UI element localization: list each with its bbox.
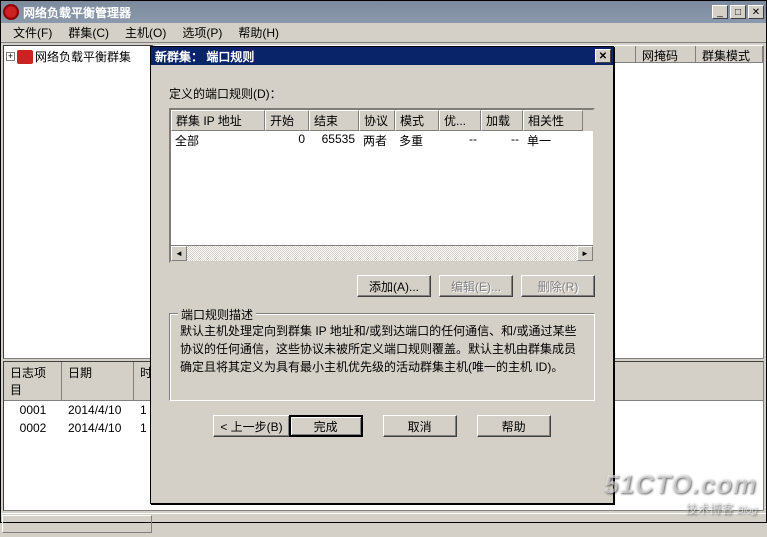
grid-header-row: 群集 IP 地址 开始 结束 协议 模式 优... 加载 相关性	[171, 110, 593, 131]
grid-header-load[interactable]: 加载	[481, 110, 523, 131]
right-header-mode[interactable]: 群集模式	[696, 46, 763, 62]
grid-header-priority[interactable]: 优...	[439, 110, 481, 131]
window-title: 网络负载平衡管理器	[23, 4, 712, 21]
edit-button: 编辑(E)...	[439, 275, 513, 297]
help-button[interactable]: 帮助	[477, 415, 551, 437]
maximize-button[interactable]: □	[730, 5, 746, 19]
dialog-titlebar: 新群集： 端口规则 ✕	[151, 47, 613, 65]
grid-header-proto[interactable]: 协议	[359, 110, 395, 131]
tree-panel: + 网络负载平衡群集	[3, 45, 153, 359]
finish-button[interactable]: 完成	[289, 415, 363, 437]
scroll-track[interactable]	[187, 246, 577, 261]
main-titlebar: 网络负载平衡管理器 _ □ ✕	[1, 1, 766, 23]
group-title: 端口规则描述	[178, 306, 256, 323]
tree-expand-icon[interactable]: +	[6, 52, 15, 61]
tree-root-row[interactable]: + 网络负载平衡群集	[6, 48, 150, 65]
log-header-item[interactable]: 日志项目	[4, 362, 62, 400]
tree-root-label: 网络负载平衡群集	[35, 48, 131, 65]
grid-header-start[interactable]: 开始	[265, 110, 309, 131]
close-button[interactable]: ✕	[748, 5, 764, 19]
scroll-right-icon[interactable]: ►	[577, 246, 593, 261]
minimize-button[interactable]: _	[712, 5, 728, 19]
menu-host[interactable]: 主机(O)	[117, 22, 174, 43]
menu-help[interactable]: 帮助(H)	[230, 22, 287, 43]
app-icon	[3, 4, 19, 20]
grid-h-scrollbar[interactable]: ◄ ►	[171, 245, 593, 261]
grid-header-affinity[interactable]: 相关性	[523, 110, 583, 131]
menubar: 文件(F) 群集(C) 主机(O) 选项(P) 帮助(H)	[1, 23, 766, 43]
log-header-date[interactable]: 日期	[62, 362, 134, 400]
right-header-netmask[interactable]: 网掩码	[636, 46, 696, 62]
menu-file[interactable]: 文件(F)	[5, 22, 60, 43]
grid-header-mode[interactable]: 模式	[395, 110, 439, 131]
dialog-title: 新群集： 端口规则	[153, 48, 595, 65]
menu-options[interactable]: 选项(P)	[174, 22, 230, 43]
rules-grid: 群集 IP 地址 开始 结束 协议 模式 优... 加载 相关性 全部 0 65…	[169, 108, 595, 263]
grid-row[interactable]: 全部 0 65535 两者 多重 -- -- 单一	[171, 131, 593, 150]
scroll-left-icon[interactable]: ◄	[171, 246, 187, 261]
rule-description-group: 端口规则描述 默认主机处理定向到群集 IP 地址和/或到达端口的任何通信、和/或…	[169, 313, 595, 401]
wizard-buttons: < 上一步(B) 完成 取消 帮助	[169, 415, 595, 437]
port-rules-dialog: 新群集： 端口规则 ✕ 定义的端口规则(D)： 群集 IP 地址 开始 结束 协…	[150, 46, 614, 504]
add-button[interactable]: 添加(A)...	[357, 275, 431, 297]
dialog-close-button[interactable]: ✕	[595, 49, 611, 63]
grid-header-ip[interactable]: 群集 IP 地址	[171, 110, 265, 131]
rule-description-text: 默认主机处理定向到群集 IP 地址和/或到达端口的任何通信、和/或通过某些协议的…	[180, 322, 584, 376]
defined-rules-label: 定义的端口规则(D)：	[169, 85, 595, 102]
grid-body: 全部 0 65535 两者 多重 -- -- 单一	[171, 131, 593, 245]
statusbar-cell	[2, 515, 152, 533]
back-button[interactable]: < 上一步(B)	[213, 415, 288, 437]
menu-cluster[interactable]: 群集(C)	[60, 22, 117, 43]
grid-header-end[interactable]: 结束	[309, 110, 359, 131]
cancel-button[interactable]: 取消	[383, 415, 457, 437]
tree-cluster-icon	[17, 50, 33, 64]
statusbar	[1, 513, 766, 533]
remove-button: 删除(R)	[521, 275, 595, 297]
